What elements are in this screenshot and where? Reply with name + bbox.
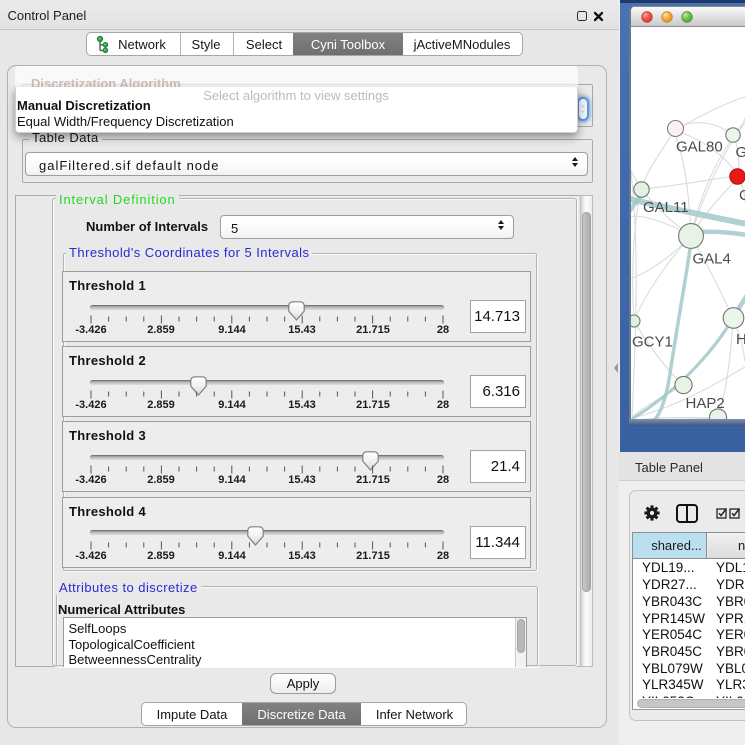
svg-text:GA: GA <box>736 144 745 161</box>
svg-text:HA: HA <box>736 331 745 348</box>
svg-text:GAL4: GAL4 <box>693 251 731 268</box>
svg-text:GCY1: GCY1 <box>632 334 673 351</box>
svg-text:GAL80: GAL80 <box>676 139 723 156</box>
svg-text:CR: CR <box>739 187 745 204</box>
svg-text:GAL11: GAL11 <box>643 199 689 216</box>
svg-text:HAP2: HAP2 <box>686 395 725 412</box>
